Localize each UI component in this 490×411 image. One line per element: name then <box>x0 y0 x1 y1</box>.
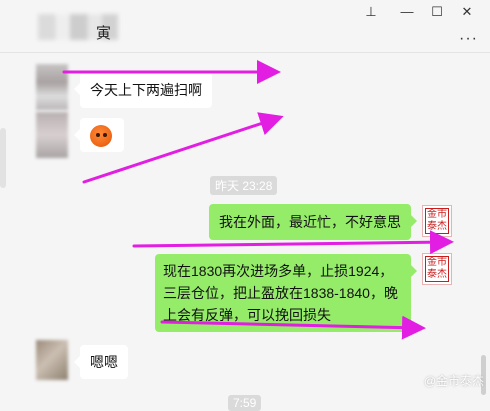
incoming-message[interactable]: 今天上下两遍扫啊 <box>74 72 212 108</box>
chat-title-suffix: 寅 <box>96 25 112 42</box>
close-button[interactable]: ✕ <box>456 4 478 20</box>
outgoing-message[interactable]: 我在外面，最近忙，不好意思 <box>209 204 417 240</box>
incoming-message[interactable]: 嗯嗯 <box>74 345 128 379</box>
message-line: 三层仓位，把止盈放在1838-1840，晚 <box>163 285 398 301</box>
outgoing-message[interactable]: 现在1830再次进场多单，止损1924， 三层仓位，把止盈放在1838-1840… <box>155 254 417 332</box>
sender-avatar-seal[interactable]: 金市 泰杰 <box>422 205 452 237</box>
watermark: @金市泰杰 <box>423 374 484 388</box>
message-timestamp: 7:59 <box>228 395 262 411</box>
message-line: 上会有反弹，可以挽回损失 <box>163 307 331 323</box>
annotation-arrow <box>132 230 454 255</box>
sender-avatar-seal[interactable]: 金市 泰杰 <box>422 253 452 285</box>
maximize-button[interactable]: ☐ <box>426 4 448 20</box>
incoming-sticker-message[interactable] <box>74 118 124 152</box>
more-options-icon[interactable]: ··· <box>459 30 478 48</box>
chat-title-bar: 寅 ⊥ — ☐ ✕ ··· <box>0 0 490 53</box>
orange-face-sticker-icon <box>90 125 112 147</box>
pin-icon[interactable]: ⊥ <box>360 4 382 20</box>
contact-avatar[interactable] <box>36 112 68 158</box>
left-scroll-indicator <box>0 128 6 188</box>
minimize-button[interactable]: — <box>396 4 418 20</box>
message-timestamp: 昨天 23:28 <box>210 176 278 195</box>
contact-avatar[interactable] <box>36 340 68 380</box>
message-line: 现在1830再次进场多单，止损1924， <box>163 263 394 279</box>
contact-avatar[interactable] <box>36 64 68 110</box>
